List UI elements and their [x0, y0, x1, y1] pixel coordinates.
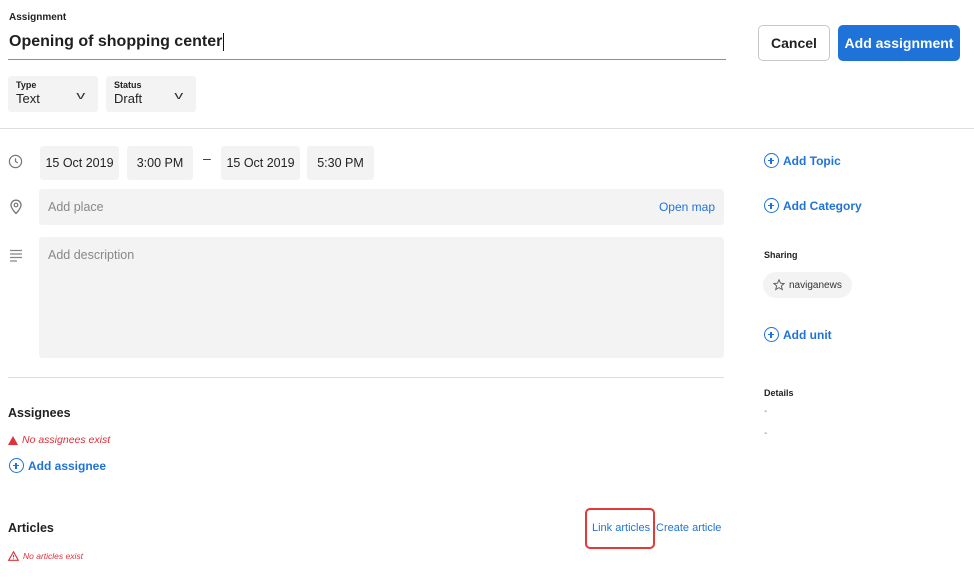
place-placeholder: Add place [48, 200, 104, 214]
location-pin-icon [9, 199, 23, 220]
end-time-field[interactable]: 5:30 PM [307, 146, 374, 180]
content-divider [8, 377, 724, 378]
text-lines-icon [9, 248, 23, 267]
add-assignment-button[interactable]: Add assignment [838, 25, 960, 61]
description-placeholder: Add description [48, 248, 135, 262]
text-caret [223, 32, 225, 51]
details-line-2: - [764, 428, 768, 439]
add-topic-label: Add Topic [783, 153, 841, 168]
add-topic-button[interactable]: Add Topic [764, 153, 841, 168]
details-line-1: - [764, 406, 768, 417]
type-label: Type [16, 80, 37, 90]
status-label: Status [114, 80, 142, 90]
details-label: Details [764, 388, 794, 398]
start-date-field[interactable]: 15 Oct 2019 [40, 146, 119, 180]
clock-icon [8, 154, 23, 174]
no-assignees-text: No assignees exist [22, 434, 111, 446]
warning-triangle-icon [8, 435, 18, 445]
plus-circle-icon [764, 198, 779, 213]
cancel-button[interactable]: Cancel [758, 25, 830, 61]
description-field[interactable]: Add description [39, 237, 724, 358]
sharing-tag[interactable]: naviganews [763, 272, 852, 298]
no-articles-text: No articles exist [23, 551, 83, 561]
chevron-down-icon: v [76, 90, 86, 102]
start-time-field[interactable]: 3:00 PM [127, 146, 193, 180]
type-dropdown[interactable]: Type Text v [8, 76, 98, 112]
link-articles-link[interactable]: Link articles [592, 522, 650, 534]
sharing-label: Sharing [764, 250, 798, 260]
header-divider [0, 128, 974, 129]
plus-circle-icon [764, 327, 779, 342]
sharing-tag-label: naviganews [789, 279, 842, 291]
plus-circle-icon [764, 153, 779, 168]
no-articles-warning: No articles exist [8, 551, 83, 561]
assignees-title: Assignees [8, 406, 71, 420]
warning-triangle-icon [8, 551, 19, 561]
open-map-link[interactable]: Open map [659, 200, 715, 214]
status-dropdown[interactable]: Status Draft v [106, 76, 196, 112]
plus-circle-icon [9, 458, 24, 473]
add-assignee-button[interactable]: Add assignee [9, 458, 106, 473]
place-field[interactable]: Add place Open map [39, 189, 724, 225]
add-category-label: Add Category [783, 198, 862, 213]
date-range-separator: – [203, 150, 211, 166]
add-assignee-label: Add assignee [28, 458, 107, 473]
no-assignees-warning: No assignees exist [8, 434, 110, 446]
assignment-label: Assignment [9, 12, 67, 23]
star-icon [773, 279, 785, 291]
end-date-field[interactable]: 15 Oct 2019 [221, 146, 300, 180]
chevron-down-icon: v [174, 90, 184, 102]
assignment-title-input[interactable]: Opening of shopping center [8, 26, 726, 60]
create-article-link[interactable]: Create article [656, 522, 721, 534]
add-unit-label: Add unit [783, 327, 832, 342]
assignment-title-value: Opening of shopping center [9, 33, 223, 50]
articles-title: Articles [8, 521, 54, 535]
add-category-button[interactable]: Add Category [764, 198, 862, 213]
add-unit-button[interactable]: Add unit [764, 327, 832, 342]
